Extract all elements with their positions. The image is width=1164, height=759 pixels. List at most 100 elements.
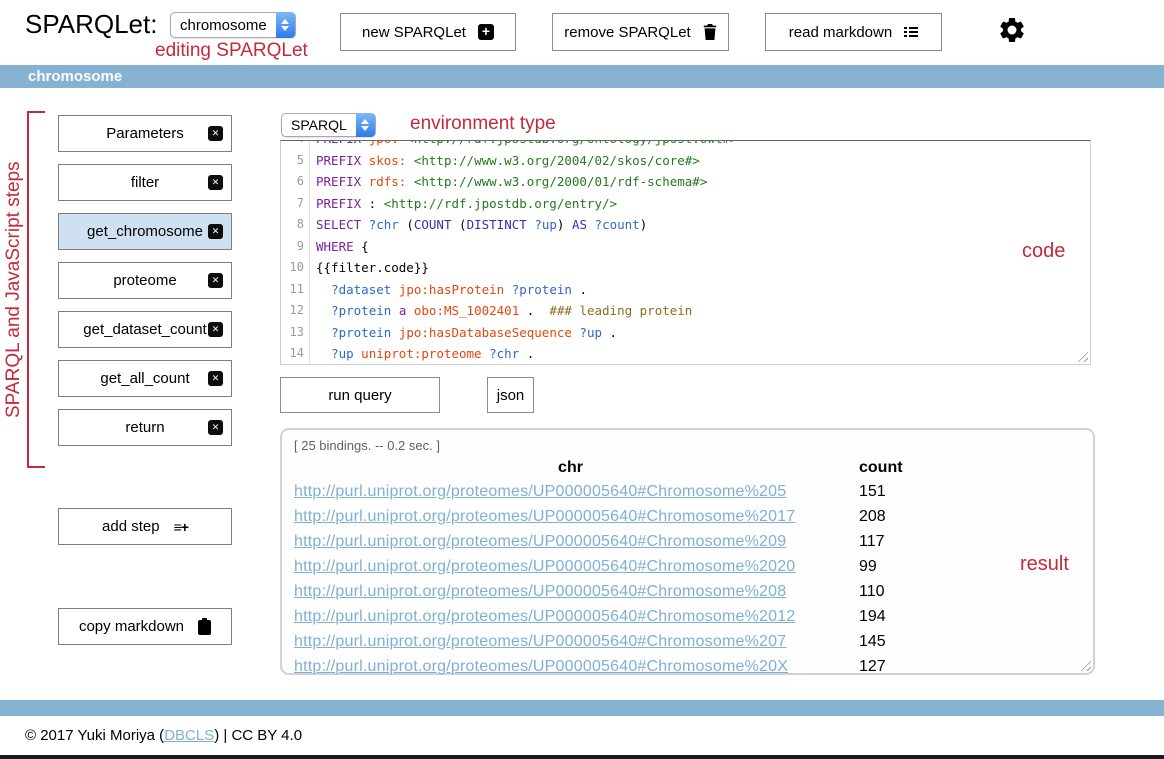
footer-license: ) | CC BY 4.0 — [214, 727, 302, 744]
code-token: <http://www.w3.org/2004/02/skos/core#> — [414, 153, 700, 168]
chr-link[interactable]: http://purl.uniprot.org/proteomes/UP0000… — [294, 508, 847, 526]
code-token — [406, 174, 414, 189]
code-content: 4PREFIX jpo: <http://rdf.jpostdb.org/ont… — [281, 140, 1090, 365]
count-value: 117 — [847, 533, 885, 551]
code-token — [316, 282, 331, 297]
code-token — [361, 153, 369, 168]
count-value: 194 — [847, 608, 886, 626]
step-label: get_chromosome — [87, 223, 203, 240]
result-status: [ 25 bindings. -- 0.2 sec. ] — [294, 438, 1093, 453]
run-query-button[interactable]: run query — [280, 377, 440, 413]
code-textarea[interactable]: 4PREFIX jpo: <http://rdf.jpostdb.org/ont… — [280, 140, 1091, 365]
new-sparqlet-button[interactable]: new SPARQLet + — [340, 13, 516, 51]
table-row: http://purl.uniprot.org/proteomes/UP0000… — [294, 504, 1093, 529]
chr-link[interactable]: http://purl.uniprot.org/proteomes/UP0000… — [294, 608, 847, 626]
code-token — [406, 153, 414, 168]
remove-step-icon[interactable]: ✕ — [208, 273, 223, 288]
count-value: 110 — [847, 583, 885, 601]
chr-link[interactable]: http://purl.uniprot.org/proteomes/UP0000… — [294, 583, 847, 601]
dbcls-link[interactable]: DBCLS — [164, 727, 214, 744]
read-markdown-button[interactable]: read markdown — [765, 13, 942, 51]
step-return[interactable]: return ✕ — [58, 409, 232, 446]
step-get_all_count[interactable]: get_all_count ✕ — [58, 360, 232, 397]
chr-link[interactable]: http://purl.uniprot.org/proteomes/UP0000… — [294, 633, 847, 651]
chr-link[interactable]: http://purl.uniprot.org/proteomes/UP0000… — [294, 483, 847, 501]
sparqlet-select-value: chromosome — [171, 13, 276, 37]
chr-link[interactable]: http://purl.uniprot.org/proteomes/UP0000… — [294, 658, 847, 676]
remove-step-icon[interactable]: ✕ — [208, 224, 223, 239]
remove-step-icon[interactable]: ✕ — [208, 420, 223, 435]
settings-gear-icon[interactable] — [997, 15, 1027, 45]
step-label: get_all_count — [100, 370, 189, 387]
step-get_dataset_count[interactable]: get_dataset_count✕ — [58, 311, 232, 348]
result-panel: [ 25 bindings. -- 0.2 sec. ] chr count h… — [280, 428, 1095, 675]
code-token: ?chr — [489, 346, 519, 361]
code-token: obo:MS_1002401 — [414, 303, 519, 318]
code-token — [504, 282, 512, 297]
code-token: ( — [452, 217, 467, 232]
sparqlet-select[interactable]: chromosome — [170, 12, 296, 38]
step-label: filter — [131, 174, 159, 191]
count-value: 208 — [847, 508, 886, 526]
code-token: rdfs: — [369, 174, 407, 189]
copy-markdown-button[interactable]: copy markdown — [58, 608, 232, 645]
step-Parameters[interactable]: Parameters✕ — [58, 115, 232, 152]
remove-step-icon[interactable]: ✕ — [208, 322, 223, 337]
line-number: 11 — [281, 279, 309, 301]
code-token: ?protein — [331, 303, 391, 318]
code-token: COUNT — [414, 217, 452, 232]
code-token — [587, 217, 595, 232]
code-token — [391, 282, 399, 297]
steps-list: Parameters✕filter✕get_chromosome✕proteom… — [58, 115, 232, 446]
code-token: ) — [557, 217, 572, 232]
chr-link[interactable]: http://purl.uniprot.org/proteomes/UP0000… — [294, 558, 847, 576]
code-token: PREFIX — [316, 153, 361, 168]
code-token: <http://rdf.jpostdb.org/entry/> — [384, 196, 617, 211]
step-get_chromosome[interactable]: get_chromosome ✕ — [58, 213, 232, 250]
step-filter[interactable]: filter ✕ — [58, 164, 232, 201]
sparqlet-editor-window: { "colors": { "accent_red": "#c5293c", "… — [0, 0, 1164, 759]
code-token — [482, 346, 490, 361]
json-button[interactable]: json — [487, 377, 534, 413]
steps-bracket — [27, 111, 47, 468]
code-token: {{filter.code}} — [316, 260, 429, 275]
step-proteome[interactable]: proteome✕ — [58, 262, 232, 299]
json-label: json — [497, 387, 525, 404]
step-label: return — [125, 419, 164, 436]
result-table: chr count http://purl.uniprot.org/proteo… — [294, 456, 1093, 679]
code-token: ?protein — [512, 282, 572, 297]
sparqlet-title-bar: chromosome — [0, 65, 1164, 88]
code-token: <http://rdf.jpostdb.org/ontology/jpost.o… — [406, 140, 737, 146]
code-token: ( — [399, 217, 414, 232]
code-line: 5PREFIX skos: <http://www.w3.org/2004/02… — [281, 150, 1090, 172]
code-token: SELECT — [316, 217, 361, 232]
chr-link[interactable]: http://purl.uniprot.org/proteomes/UP0000… — [294, 533, 847, 551]
column-header-chr: chr — [294, 459, 847, 477]
table-row: http://purl.uniprot.org/proteomes/UP0000… — [294, 604, 1093, 629]
code-line-text: ?dataset jpo:hasProtein ?protein . — [309, 279, 587, 301]
code-line-text: ?protein jpo:hasDatabaseSequence ?up . — [309, 322, 617, 344]
table-row: http://purl.uniprot.org/proteomes/UP0000… — [294, 654, 1093, 679]
code-token — [361, 174, 369, 189]
code-token — [316, 325, 331, 340]
environment-select[interactable]: SPARQL — [281, 113, 376, 137]
remove-step-icon[interactable]: ✕ — [208, 126, 223, 141]
add-list-icon: ≡+ — [174, 519, 188, 535]
code-token: ) — [640, 217, 648, 232]
code-token: ?up — [579, 325, 602, 340]
code-token: AS — [572, 217, 587, 232]
code-token — [316, 303, 331, 318]
clipboard-icon — [198, 618, 211, 635]
code-token: { — [354, 239, 369, 254]
code-line-text: PREFIX rdfs: <http://www.w3.org/2000/01/… — [309, 171, 707, 193]
remove-step-icon[interactable]: ✕ — [208, 175, 223, 190]
list-icon — [904, 27, 918, 37]
remove-step-icon[interactable]: ✕ — [208, 371, 223, 386]
trash-icon — [703, 24, 717, 40]
code-line: 6PREFIX rdfs: <http://www.w3.org/2000/01… — [281, 171, 1090, 193]
add-step-button[interactable]: add step ≡+ — [58, 508, 232, 545]
table-row: http://purl.uniprot.org/proteomes/UP0000… — [294, 629, 1093, 654]
remove-sparqlet-button[interactable]: remove SPARQLet — [552, 13, 729, 51]
add-step-label: add step — [102, 518, 160, 535]
code-token: ?up — [331, 346, 354, 361]
